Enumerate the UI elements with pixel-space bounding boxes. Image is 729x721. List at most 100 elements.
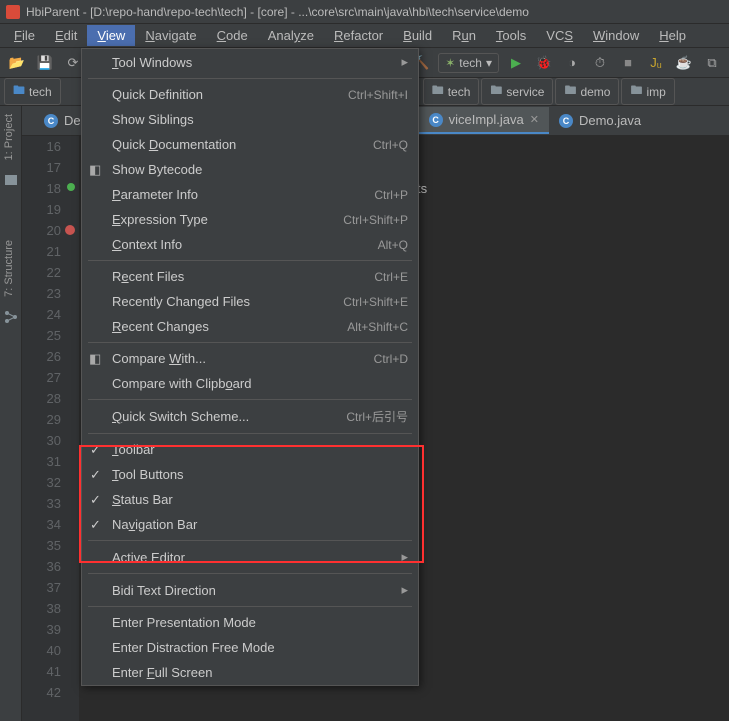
bytecode-icon: ◧ <box>89 162 105 178</box>
menu-item-quick-documentation[interactable]: Quick DocumentationCtrl+Q <box>82 132 418 157</box>
menu-view[interactable]: View <box>87 25 135 46</box>
menu-file[interactable]: File <box>4 25 45 46</box>
line-number[interactable]: 32 <box>22 472 61 493</box>
submenu-arrow-icon: ▸ <box>401 582 408 598</box>
run-config-leaf-icon: ✶ <box>445 56 455 70</box>
diff-icon: ◧ <box>89 351 105 367</box>
editor-gutter: 161718↓192021222324252627282930313233343… <box>22 136 80 721</box>
crumb-tech[interactable]: 🖿tech <box>423 78 480 105</box>
line-number[interactable]: 21 <box>22 241 61 262</box>
menu-run[interactable]: Run <box>442 25 486 46</box>
tab-1[interactable]: CviceImpl.java✕ <box>419 107 549 134</box>
crumb-service[interactable]: 🖿service <box>481 78 553 105</box>
left-tab-project[interactable]: 1: Project <box>0 106 18 168</box>
menu-item-active-editor[interactable]: Active Editor▸ <box>82 544 418 570</box>
coverage-icon[interactable]: ◑ <box>561 52 583 74</box>
stop-icon[interactable]: ■ <box>617 52 639 74</box>
menu-build[interactable]: Build <box>393 25 442 46</box>
class-icon: C <box>559 114 573 128</box>
debug-icon[interactable]: 🐞 <box>533 52 555 74</box>
line-number[interactable]: 29 <box>22 409 61 430</box>
line-number[interactable]: 42 <box>22 682 61 703</box>
line-number[interactable]: 18↓ <box>22 178 61 199</box>
menu-item-context-info[interactable]: Context InfoAlt+Q <box>82 232 418 257</box>
title-module: [core] <box>258 5 288 19</box>
title-project: HbiParent <box>26 5 79 19</box>
structure-tool-icon <box>3 309 19 325</box>
menu-item-tool-buttons[interactable]: ✓Tool Buttons <box>82 462 418 487</box>
crumb-imp[interactable]: 🖿imp <box>621 78 674 105</box>
line-number[interactable]: 41 <box>22 661 61 682</box>
menu-item-recent-changes[interactable]: Recent ChangesAlt+Shift+C <box>82 314 418 339</box>
menu-item-recent-files[interactable]: Recent FilesCtrl+E <box>82 264 418 289</box>
line-number[interactable]: 25 <box>22 325 61 346</box>
menu-item-compare-with-clipboard[interactable]: Compare with Clipboard <box>82 371 418 396</box>
menu-edit[interactable]: Edit <box>45 25 87 46</box>
line-number[interactable]: 39 <box>22 619 61 640</box>
line-number[interactable]: 16 <box>22 136 61 157</box>
line-number[interactable]: 20 <box>22 220 61 241</box>
menu-item-quick-definition[interactable]: Quick DefinitionCtrl+Shift+I <box>82 82 418 107</box>
menu-item-show-bytecode[interactable]: ◧Show Bytecode <box>82 157 418 182</box>
line-number[interactable]: 36 <box>22 556 61 577</box>
line-number[interactable]: 33 <box>22 493 61 514</box>
menu-item-tool-windows[interactable]: Tool Windows▸ <box>82 49 418 75</box>
project-tool-icon <box>3 172 19 188</box>
menu-item-bidi-text-direction[interactable]: Bidi Text Direction▸ <box>82 577 418 603</box>
menu-window[interactable]: Window <box>583 25 649 46</box>
menu-analyze[interactable]: Analyze <box>258 25 324 46</box>
tab-2[interactable]: CDemo.java <box>549 108 651 133</box>
save-all-icon[interactable]: 💾 <box>34 52 56 74</box>
crumb-demo[interactable]: 🖿demo <box>555 78 619 105</box>
class-icon: C <box>44 114 58 128</box>
menu-item-show-siblings[interactable]: Show Siblings <box>82 107 418 132</box>
menu-tools[interactable]: Tools <box>486 25 536 46</box>
menu-item-navigation-bar[interactable]: ✓Navigation Bar <box>82 512 418 537</box>
menu-item-expression-type[interactable]: Expression TypeCtrl+Shift+P <box>82 207 418 232</box>
menu-item-status-bar[interactable]: ✓Status Bar <box>82 487 418 512</box>
menu-navigate[interactable]: Navigate <box>135 25 206 46</box>
java-icon[interactable]: ☕ <box>673 52 695 74</box>
line-number[interactable]: 22 <box>22 262 61 283</box>
line-number[interactable]: 38 <box>22 598 61 619</box>
menu-help[interactable]: Help <box>649 25 696 46</box>
menu-vcs[interactable]: VCS <box>536 25 583 46</box>
line-number[interactable]: 19 <box>22 199 61 220</box>
line-number[interactable]: 26 <box>22 346 61 367</box>
menu-item-enter-full-screen[interactable]: Enter Full Screen <box>82 660 418 685</box>
line-number[interactable]: 31 <box>22 451 61 472</box>
menu-item-parameter-info[interactable]: Parameter InfoCtrl+P <box>82 182 418 207</box>
menu-item-enter-distraction-free-mode[interactable]: Enter Distraction Free Mode <box>82 635 418 660</box>
menu-item-enter-presentation-mode[interactable]: Enter Presentation Mode <box>82 610 418 635</box>
profile-icon[interactable]: ⏱ <box>589 52 611 74</box>
open-icon[interactable]: 📂 <box>6 52 28 74</box>
title-path: [D:\repo-hand\repo-tech\tech] <box>90 5 247 19</box>
line-number[interactable]: 37 <box>22 577 61 598</box>
run-icon[interactable]: ▶ <box>505 52 527 74</box>
menu-item-toolbar[interactable]: ✓Toolbar <box>82 437 418 462</box>
line-number[interactable]: 27 <box>22 367 61 388</box>
run-config-selector[interactable]: ✶ tech ▾ <box>438 53 499 73</box>
left-tab-structure[interactable]: 7: Structure <box>0 232 18 305</box>
folder-icon: 🖿 <box>13 81 25 102</box>
submenu-arrow-icon: ▸ <box>401 54 408 70</box>
close-icon[interactable]: ✕ <box>530 113 539 126</box>
menu-refactor[interactable]: Refactor <box>324 25 393 46</box>
line-number[interactable]: 34 <box>22 514 61 535</box>
line-number[interactable]: 28 <box>22 388 61 409</box>
crumb-tech[interactable]: 🖿tech <box>4 78 61 105</box>
menu-item-compare-with-[interactable]: ◧Compare With...Ctrl+D <box>82 346 418 371</box>
check-icon: ✓ <box>90 442 101 458</box>
line-number[interactable]: 24 <box>22 304 61 325</box>
junit-icon[interactable]: Jᵤ <box>645 52 667 74</box>
line-number[interactable]: 35 <box>22 535 61 556</box>
line-number[interactable]: 40 <box>22 640 61 661</box>
menu-code[interactable]: Code <box>207 25 258 46</box>
folder-icon: 🖿 <box>432 81 444 102</box>
line-number[interactable]: 17 <box>22 157 61 178</box>
structure-icon[interactable]: ⧉ <box>701 52 723 74</box>
line-number[interactable]: 30 <box>22 430 61 451</box>
menu-item-quick-switch-scheme-[interactable]: Quick Switch Scheme...Ctrl+后引号 <box>82 403 418 430</box>
line-number[interactable]: 23 <box>22 283 61 304</box>
menu-item-recently-changed-files[interactable]: Recently Changed FilesCtrl+Shift+E <box>82 289 418 314</box>
